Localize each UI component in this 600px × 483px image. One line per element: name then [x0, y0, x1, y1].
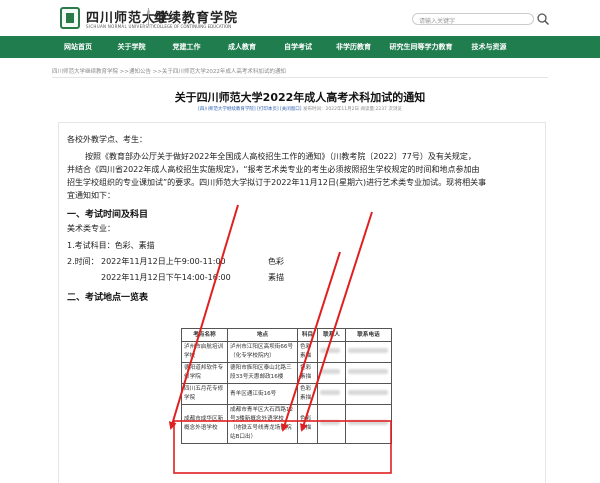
close-window-link[interactable]: [关闭窗口] — [280, 107, 302, 112]
cell-contact-blurred — [317, 341, 346, 363]
cell-name: 成都市成华区新概念外语学校 — [181, 404, 228, 444]
cell-subject: 色彩素描 — [297, 404, 318, 444]
table-header-row: 考点名称 地点 科目 联系人 联系电话 — [181, 328, 392, 342]
exam-subject-2: 素描 — [268, 273, 284, 282]
logo-divider — [148, 8, 149, 26]
page-title: 关于四川师范大学2022年成人高考术科加试的通知 — [174, 91, 426, 104]
university-emblem-icon[interactable] — [60, 7, 80, 29]
time-label: 2.时间： — [67, 257, 99, 266]
college-name-en: COLLEGE OF CONTINUING EDUCATION — [154, 24, 232, 29]
body-line-4: 宜通知如下： — [67, 191, 115, 200]
cell-subject: 色彩素描 — [297, 383, 318, 405]
search-icon[interactable] — [536, 12, 550, 26]
col-header-address: 地点 — [227, 328, 298, 342]
publish-info: 发布时间：2022年11月2日 阅读量:2237 次浏览 — [302, 107, 402, 112]
table-row: 德阳道邦软件专修学院 德阳市旌阳区泰山北路三段33号天惠邮政16楼 色彩素描 — [181, 362, 392, 384]
table-row-highlighted: 成都市成华区新概念外语学校 成都市青羊区大石西路12号3楼新概念外语学校（地铁五… — [181, 404, 392, 444]
nav-items: 网站首页 关于学院 党建工作 成人教育 自学考试 非学历教育 研究生同等学力教育 技术与资源 — [52, 36, 517, 58]
major-label: 美术类专业： — [67, 224, 115, 233]
nav-item-7[interactable]: 技术与资源 — [461, 36, 517, 58]
cell-subject: 色彩素描 — [297, 362, 318, 384]
cell-address: 成都市青羊区大石西路12号3楼新概念外语学校（地铁五号线青龙场医院站B口出） — [227, 404, 298, 444]
col-header-phone: 联系电话 — [345, 328, 392, 342]
university-logo-subtext: SICHUAN NORMAL UNIVERSITY — [86, 24, 156, 29]
col-header-subject: 科目 — [297, 328, 318, 342]
exam-location-table: 考点名称 地点 科目 联系人 联系电话 泸州市启航培训学校 泸州市江阳区高坝街6… — [181, 328, 392, 444]
subjects-line: 1.考试科目：色彩、素描 — [67, 241, 155, 250]
exam-time-2: 2022年11月12日下午14:00-16:00 — [101, 273, 231, 282]
breadcrumb[interactable]: 四川师范大学继续教育学院 >>通知公告 >>关于四川师范大学2022年成人高考术… — [52, 66, 548, 78]
cell-phone-blurred — [345, 362, 392, 384]
section-heading-2: 二、考试地点一览表 — [67, 293, 149, 303]
cell-contact-blurred — [317, 404, 346, 444]
body-line-1: 按照《教育部办公厅关于做好2022年全国成人高校招生工作的通知》（川教考院〔20… — [85, 152, 476, 161]
site-header: 四川师范大学 SICHUAN NORMAL UNIVERSITY 继续教育学院 … — [0, 0, 600, 36]
cell-address: 青羊区通江街16号 — [227, 383, 298, 405]
nav-item-4[interactable]: 自学考试 — [270, 36, 326, 58]
cell-phone-blurred — [345, 404, 392, 444]
cell-contact-blurred — [317, 383, 346, 405]
cell-phone-blurred — [345, 383, 392, 405]
cell-contact-blurred — [317, 362, 346, 384]
exam-time-1: 2022年11月12日上午9:00-11:00 — [101, 257, 226, 266]
main-nav: 网站首页 关于学院 党建工作 成人教育 自学考试 非学历教育 研究生同等学力教育 技术与资源 — [0, 36, 600, 58]
nav-item-0[interactable]: 网站首页 — [52, 36, 104, 58]
greeting: 各校外教学点、考生： — [67, 135, 147, 144]
nav-item-2[interactable]: 党建工作 — [159, 36, 214, 58]
cell-name: 德阳道邦软件专修学院 — [181, 362, 228, 384]
print-link[interactable]: [打印本页] — [257, 107, 279, 112]
nav-item-5[interactable]: 非学历教育 — [326, 36, 381, 58]
cell-address: 泸州市江阳区高坝街66号（化专学校院内） — [227, 341, 298, 363]
col-header-contact: 联系人 — [317, 328, 346, 342]
cell-address: 德阳市旌阳区泰山北路三段33号天惠邮政16楼 — [227, 362, 298, 384]
nav-item-3[interactable]: 成人教育 — [214, 36, 270, 58]
cell-phone-blurred — [345, 341, 392, 363]
exam-subject-1: 色彩 — [268, 257, 284, 266]
table-row: 泸州市启航培训学校 泸州市江阳区高坝街66号（化专学校院内） 色彩素描 — [181, 341, 392, 363]
nav-item-6[interactable]: 研究生同等学力教育 — [381, 36, 461, 58]
search-input[interactable]: 请输入关键字 — [412, 13, 534, 25]
article-meta: [四川师范大学继续教育学院] [打印本页] [关闭窗口] 发布时间：2022年1… — [0, 106, 600, 112]
col-header-name: 考点名称 — [181, 328, 228, 342]
body-line-3: 招生学校组织的专业课加试”的要求。四川师范大学拟订于2022年11月12日(星期… — [67, 178, 487, 187]
cell-name: 泸州市启航培训学校 — [181, 341, 228, 363]
table-row: 四川五月花专修学院 青羊区通江街16号 色彩素描 — [181, 383, 392, 405]
nav-item-1[interactable]: 关于学院 — [104, 36, 159, 58]
body-line-2: 并结合《四川省2022年成人高校招生实施规定》，“报考艺术类专业的考生必须按照招… — [67, 165, 480, 174]
cell-subject: 色彩素描 — [297, 341, 318, 363]
cell-name: 四川五月花专修学院 — [181, 383, 228, 405]
meta-source-link[interactable]: [四川师范大学继续教育学院] — [198, 107, 256, 112]
section-heading-1: 一、考试时间及科目 — [67, 210, 149, 220]
